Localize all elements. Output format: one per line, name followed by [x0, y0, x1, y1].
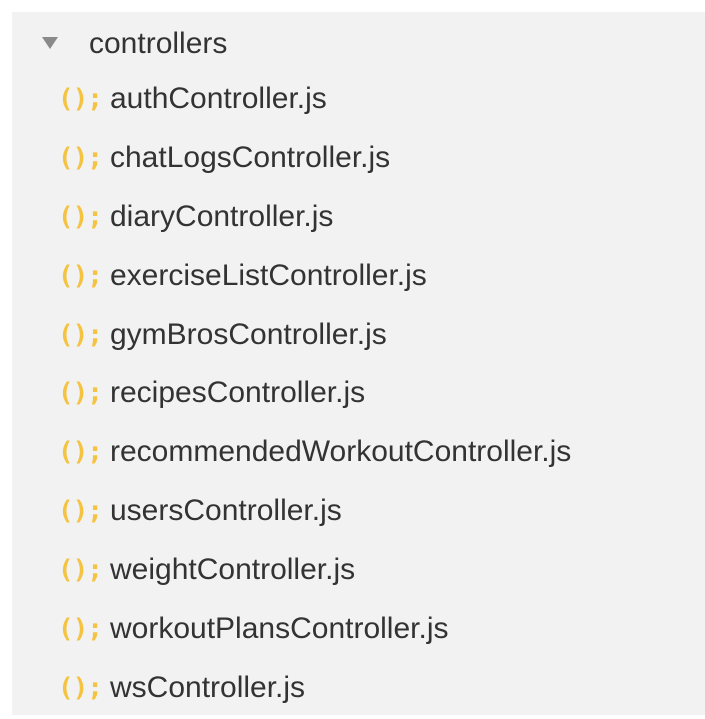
file-item[interactable]: (); weightController.js: [12, 542, 705, 601]
file-label: usersController.js: [110, 494, 342, 528]
file-label: authController.js: [110, 82, 327, 115]
file-explorer-panel: controllers (); authController.js (); ch…: [12, 12, 705, 715]
file-item[interactable]: (); gymBrosController.js: [12, 307, 705, 366]
file-label: gymBrosController.js: [110, 317, 387, 351]
file-item[interactable]: (); diaryController.js: [12, 189, 705, 248]
folder-label: controllers: [89, 27, 228, 60]
file-label: weightController.js: [110, 553, 356, 587]
javascript-file-icon: ();: [58, 319, 103, 350]
file-item[interactable]: (); wsController.js: [12, 660, 705, 719]
javascript-file-icon: ();: [58, 437, 103, 468]
javascript-file-icon: ();: [58, 201, 103, 232]
javascript-file-icon: ();: [58, 496, 103, 527]
folder-row-controllers[interactable]: controllers: [12, 26, 705, 62]
chevron-down-icon[interactable]: [42, 37, 58, 49]
file-label: workoutPlansController.js: [110, 612, 449, 646]
file-item[interactable]: (); recommendedWorkoutController.js: [12, 424, 705, 483]
file-item[interactable]: (); chatLogsController.js: [12, 130, 705, 189]
file-list: (); authController.js (); chatLogsContro…: [12, 71, 705, 719]
file-item[interactable]: (); exerciseListController.js: [12, 248, 705, 307]
file-label: exerciseListController.js: [110, 258, 427, 292]
file-item[interactable]: (); workoutPlansController.js: [12, 601, 705, 660]
javascript-file-icon: ();: [58, 378, 103, 409]
file-item[interactable]: (); usersController.js: [12, 483, 705, 542]
file-label: recommendedWorkoutController.js: [110, 435, 572, 469]
file-label: chatLogsController.js: [110, 140, 391, 174]
file-label: diaryController.js: [110, 199, 334, 233]
javascript-file-icon: ();: [58, 84, 103, 114]
javascript-file-icon: ();: [58, 672, 103, 703]
javascript-file-icon: ();: [58, 555, 103, 586]
file-item[interactable]: (); recipesController.js: [12, 365, 705, 424]
file-label: recipesController.js: [110, 376, 366, 410]
javascript-file-icon: ();: [58, 142, 103, 173]
javascript-file-icon: ();: [58, 614, 103, 645]
javascript-file-icon: ();: [58, 260, 103, 291]
file-label: wsController.js: [110, 670, 306, 704]
file-item[interactable]: (); authController.js: [12, 71, 705, 130]
